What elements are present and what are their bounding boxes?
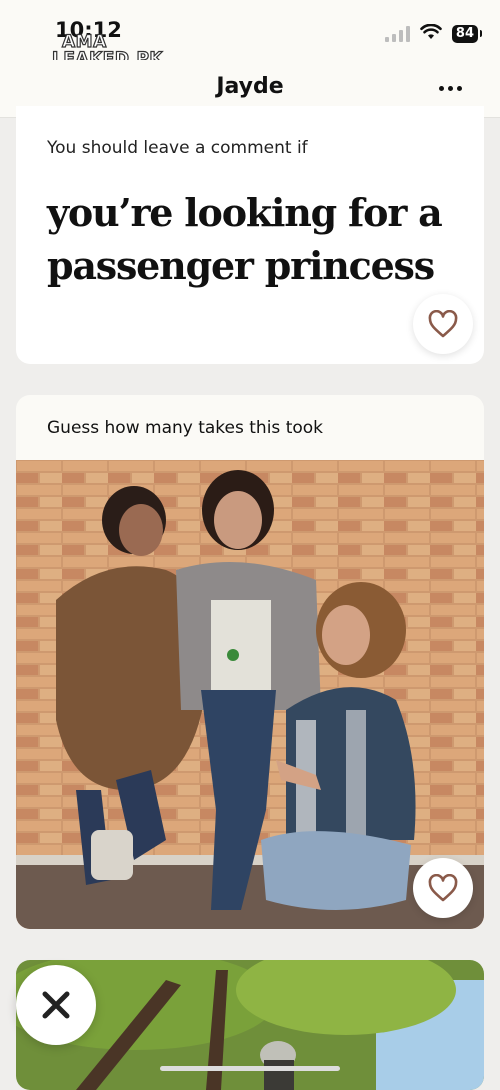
status-icons: 84 [384,23,483,44]
home-indicator [160,1066,340,1071]
status-bar: 10:12 AMA LEAKED.PK 84 [0,0,500,68]
cellular-signal-icon [384,26,410,42]
wifi-icon [420,23,442,44]
x-icon [42,991,70,1019]
heart-icon [428,310,458,338]
prompt-answer: you’re looking for a passenger princess [47,190,443,288]
prompt-card: You should leave a comment if you’re loo… [16,106,484,364]
battery-indicator: 84 [451,25,483,43]
more-options-button[interactable] [439,86,462,91]
photo-card: Guess how many takes this took [16,395,484,929]
profile-photo[interactable] [16,460,484,929]
profile-name: Jayde [216,74,284,99]
like-prompt-button[interactable] [413,294,473,354]
like-photo-button[interactable] [413,858,473,918]
prompt-question: You should leave a comment if [47,138,308,158]
pass-button[interactable] [16,965,96,1045]
heart-icon [428,874,458,902]
photo-caption: Guess how many takes this took [47,418,324,438]
more-dots-icon [439,86,444,91]
